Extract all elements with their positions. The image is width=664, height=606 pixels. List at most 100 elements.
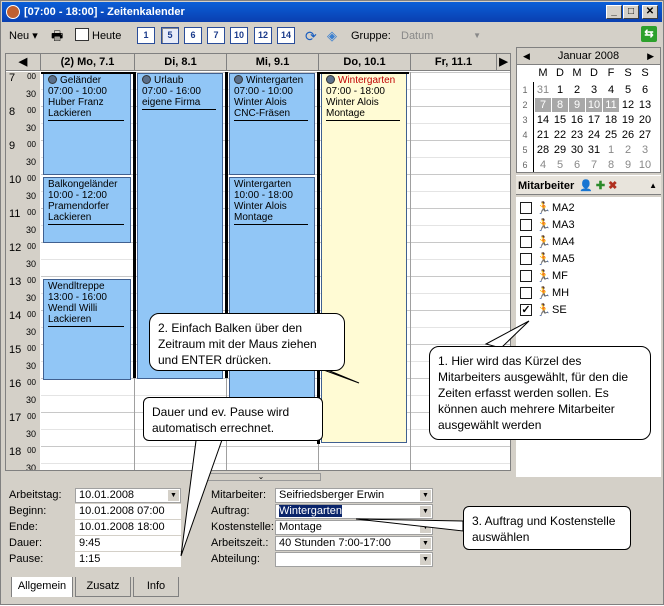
today-button[interactable]: Heute	[75, 26, 121, 46]
mini-calendar-day[interactable]: 3	[637, 143, 653, 157]
mini-calendar-day[interactable]: 9	[620, 158, 636, 172]
mini-calendar-day[interactable]: 5	[620, 83, 636, 97]
mini-calendar-day[interactable]: 24	[586, 128, 602, 142]
arbeitszeit-select[interactable]: 40 Stunden 7:00-17:00 ▼	[275, 536, 433, 551]
minimize-button[interactable]: _	[606, 5, 622, 19]
mini-calendar-day[interactable]: 30	[569, 143, 585, 157]
mitarbeiter-select[interactable]: Seifriedsberger Erwin ▼	[275, 488, 433, 503]
mini-calendar-day[interactable]: 29	[552, 143, 568, 157]
person-icon[interactable]: 👤	[579, 180, 593, 192]
export-icon[interactable]: ⇆	[641, 26, 657, 42]
mini-calendar-day[interactable]: 1	[552, 83, 568, 97]
mini-calendar-day[interactable]: 15	[552, 113, 568, 127]
view-12-days-button[interactable]: 12	[254, 27, 272, 44]
mini-calendar-day[interactable]: 7	[586, 158, 602, 172]
mini-calendar-day[interactable]: 9	[569, 98, 585, 112]
employee-item[interactable]: 🏃 MH	[520, 286, 650, 302]
auftrag-select[interactable]: Wintergarten ▼	[275, 504, 433, 519]
mini-calendar-day[interactable]: 27	[637, 128, 653, 142]
mini-calendar-day[interactable]: 16	[569, 113, 585, 127]
view-6-days-button[interactable]: 6	[184, 27, 202, 44]
employee-item[interactable]: 🏃 MA2	[520, 201, 650, 217]
mini-calendar-day[interactable]: 3	[586, 83, 602, 97]
employee-checkbox[interactable]	[520, 219, 532, 231]
ende-field[interactable]: 10.01.2008 18:00	[75, 520, 181, 535]
tab-allgemein[interactable]: Allgemein	[11, 577, 73, 597]
mini-calendar-day[interactable]: 8	[552, 98, 568, 112]
mini-calendar-day[interactable]: 23	[569, 128, 585, 142]
mini-calendar-day[interactable]: 22	[552, 128, 568, 142]
appointment[interactable]: Balkongeländer 10:00 - 12:00 Pramendorfe…	[43, 177, 131, 243]
abteilung-select[interactable]: ▼	[275, 552, 433, 567]
mini-calendar-day[interactable]: 25	[603, 128, 619, 142]
employee-item[interactable]: 🏃 MA4	[520, 235, 650, 251]
dauer-field[interactable]: 9:45	[75, 536, 181, 551]
employee-checkbox[interactable]	[520, 236, 532, 248]
employee-checkbox[interactable]	[520, 287, 532, 299]
appointment[interactable]: Geländer 07:00 - 10:00 Huber Franz Lacki…	[43, 73, 131, 175]
eraser-icon[interactable]: ◈	[327, 26, 337, 46]
employee-item[interactable]: 🏃 MA3	[520, 218, 650, 234]
refresh-icon[interactable]: ⟳	[305, 26, 317, 46]
employee-item[interactable]: 🏃 MF	[520, 269, 650, 285]
mini-calendar-day[interactable]: 4	[535, 158, 551, 172]
add-person-icon[interactable]: ✚	[596, 180, 605, 192]
view-10-days-button[interactable]: 10	[230, 27, 248, 44]
view-7-days-button[interactable]: 7	[207, 27, 225, 44]
employee-checkbox[interactable]	[520, 270, 532, 282]
mini-calendar-day[interactable]: 20	[637, 113, 653, 127]
tab-zusatz[interactable]: Zusatz	[75, 577, 131, 597]
mini-next-icon[interactable]: ▶	[647, 48, 654, 65]
mini-calendar-day[interactable]: 2	[620, 143, 636, 157]
mini-calendar-day[interactable]: 1	[603, 143, 619, 157]
splitter-handle[interactable]: ⌄	[201, 473, 321, 481]
employee-item[interactable]: ✓ 🏃 SE	[520, 303, 650, 319]
view-5-days-button[interactable]: 5	[161, 27, 179, 44]
mini-calendar-day[interactable]: 26	[620, 128, 636, 142]
mini-calendar-day[interactable]: 11	[603, 98, 619, 112]
mini-calendar-day[interactable]: 8	[603, 158, 619, 172]
beginn-field[interactable]: 10.01.2008 07:00	[75, 504, 181, 519]
mini-calendar-day[interactable]: 17	[586, 113, 602, 127]
employee-checkbox[interactable]: ✓	[520, 304, 532, 316]
appointment[interactable]: Wintergarten 07:00 - 10:00 Winter Alois …	[229, 73, 315, 175]
pause-field[interactable]: 1:15	[75, 552, 181, 567]
appointment-selected[interactable]: Wintergarten 07:00 - 18:00 Winter Alois …	[321, 73, 407, 443]
employee-checkbox[interactable]	[520, 202, 532, 214]
mini-calendar-day[interactable]: 12	[620, 98, 636, 112]
mini-calendar-day[interactable]: 4	[603, 83, 619, 97]
mini-calendar-day[interactable]: 2	[569, 83, 585, 97]
mini-calendar-day[interactable]: 10	[637, 158, 653, 172]
appointment[interactable]: Wintergarten 10:00 - 18:00 Winter Alois …	[229, 177, 315, 433]
mini-calendar-day[interactable]: 6	[569, 158, 585, 172]
calendar-next-button[interactable]: ▶	[497, 54, 510, 71]
kostenstelle-select[interactable]: Montage ▼	[275, 520, 433, 535]
mini-calendar-day[interactable]: 31	[586, 143, 602, 157]
mini-calendar-day[interactable]: 21	[535, 128, 551, 142]
group-select[interactable]: Datum ▼	[401, 26, 483, 46]
employee-item[interactable]: 🏃 MA5	[520, 252, 650, 268]
mini-calendar-day[interactable]: 14	[535, 113, 551, 127]
maximize-button[interactable]: □	[623, 5, 639, 19]
mini-calendar-day[interactable]: 5	[552, 158, 568, 172]
new-button[interactable]: Neu ▾	[9, 26, 38, 46]
close-button[interactable]: ✕	[642, 5, 658, 19]
mini-calendar-day[interactable]: 13	[637, 98, 653, 112]
appointment[interactable]: Wendltreppe 13:00 - 16:00 Wendl Willi La…	[43, 279, 131, 380]
view-1-day-button[interactable]: 1	[137, 27, 155, 44]
mini-prev-icon[interactable]: ◀	[523, 48, 530, 65]
calendar-prev-button[interactable]: ◀	[6, 54, 41, 71]
mini-calendar-day[interactable]: 31	[535, 83, 551, 97]
arbeitstag-field[interactable]: 10.01.2008 ▼	[75, 488, 181, 503]
print-icon[interactable]: 🖶	[51, 26, 63, 46]
mini-calendar-day[interactable]: 19	[620, 113, 636, 127]
tab-info[interactable]: Info	[133, 577, 179, 597]
remove-person-icon[interactable]: ✖	[608, 180, 617, 192]
mini-calendar-day[interactable]: 28	[535, 143, 551, 157]
mini-calendar-day[interactable]: 7	[535, 98, 551, 112]
mini-calendar-day[interactable]: 18	[603, 113, 619, 127]
employee-checkbox[interactable]	[520, 253, 532, 265]
view-14-days-button[interactable]: 14	[277, 27, 295, 44]
mini-calendar-day[interactable]: 6	[637, 83, 653, 97]
collapse-icon[interactable]: ▲	[649, 176, 657, 194]
